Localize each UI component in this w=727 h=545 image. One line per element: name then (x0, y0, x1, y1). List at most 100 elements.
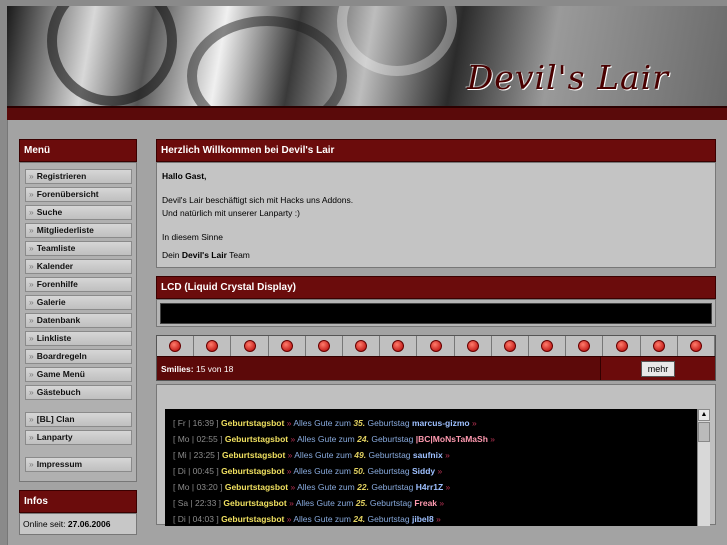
smiley-12-icon[interactable] (578, 340, 591, 352)
chat-user[interactable]: Siddy (412, 466, 435, 476)
chat-message: [ Fr | 16:39 ] Geburtstagsbot » Alles Gu… (173, 415, 710, 431)
menu-item[interactable]: » Gästebuch (25, 385, 132, 400)
chat-user[interactable]: marcus-gizmo (412, 418, 470, 428)
smiley-cell[interactable] (231, 336, 269, 356)
separator-icon: » (288, 434, 298, 444)
smiley-cell[interactable] (678, 336, 716, 356)
smiley-cell[interactable] (343, 336, 381, 356)
smiley-cell[interactable] (269, 336, 306, 356)
smiley-4-icon[interactable] (280, 340, 293, 352)
chat-user[interactable]: Freak (414, 498, 437, 508)
smiley-cell[interactable] (306, 336, 344, 356)
chat-pre: Alles Gute zum (293, 514, 351, 524)
arrow-icon: » (29, 333, 34, 343)
chat-bot[interactable]: Geburtstagsbot (221, 514, 284, 524)
chat-bot[interactable]: Geburtstagsbot (221, 466, 284, 476)
smiley-cell[interactable] (492, 336, 530, 356)
smiley-2-icon[interactable] (206, 340, 219, 352)
chat-bot[interactable]: Geburtstagsbot (225, 434, 288, 444)
smiley-11-icon[interactable] (541, 340, 554, 352)
chat-post: Geburtstag (371, 434, 414, 444)
smiley-1-icon[interactable] (169, 340, 182, 352)
chat-num: 24. (357, 434, 369, 444)
smiley-15-icon[interactable] (689, 340, 702, 352)
menu-list: » Registrieren» Forenübersicht» Suche» Mitgl… (19, 162, 137, 482)
smiley-cell[interactable] (566, 336, 604, 356)
chat-user[interactable]: jibel8 (412, 514, 434, 524)
menu-item[interactable]: » Boardregeln (25, 349, 132, 364)
smiley-cell[interactable] (194, 336, 232, 356)
separator-icon: » (439, 498, 445, 508)
smilies-row (157, 336, 716, 356)
smiley-cell[interactable] (455, 336, 492, 356)
chat-message: [ Mo | 03:20 ] Geburtstagsbot » Alles Gu… (173, 479, 710, 495)
menu-item[interactable]: » Forenhilfe (25, 277, 132, 292)
arrow-icon: » (29, 189, 34, 199)
smiley-cell[interactable] (417, 336, 455, 356)
smiley-cell[interactable] (157, 336, 195, 356)
arrow-icon: » (29, 459, 34, 469)
smiley-cell[interactable] (529, 336, 567, 356)
shoutbox: ▲ [ Fr | 16:39 ] Geburtstagsbot » Alles … (165, 409, 710, 526)
menu-item[interactable]: » Datenbank (25, 313, 132, 328)
chat-time: [ Mi | 23:25 ] (173, 450, 220, 460)
chat-user[interactable]: saufnix (413, 450, 443, 460)
menu-item-label: Registrieren (36, 171, 87, 181)
smiley-5-icon[interactable] (317, 340, 330, 352)
menu-item[interactable]: » Forenübersicht (25, 187, 132, 202)
smiley-cell[interactable] (380, 336, 418, 356)
chat-user[interactable]: H4rr1Z (416, 482, 443, 492)
menu-item[interactable]: » Game Menü (25, 367, 132, 382)
smiley-13-icon[interactable] (615, 340, 628, 352)
smiley-7-icon[interactable] (392, 340, 405, 352)
chat-user[interactable]: |BC|MoNsTaMaSh (416, 434, 488, 444)
chat-bot[interactable]: Geburtstagsbot (221, 418, 284, 428)
arrow-icon: » (29, 351, 34, 361)
menu-item-label: Linkliste (36, 333, 72, 343)
scroll-thumb[interactable] (698, 422, 710, 442)
scroll-up-icon[interactable]: ▲ (698, 409, 710, 421)
smiley-9-icon[interactable] (466, 340, 479, 352)
chat-num: 49. (354, 450, 367, 460)
smiley-8-icon[interactable] (429, 340, 442, 352)
smiley-3-icon[interactable] (243, 340, 256, 352)
chat-bot[interactable]: Geburtstagsbot (222, 450, 285, 460)
smilies-bar: Smilies: 15 von 18 mehr (157, 356, 715, 380)
menu-item[interactable]: » Registrieren (25, 169, 132, 184)
lcd-title: LCD (Liquid Crystal Display) (156, 276, 716, 299)
arrow-icon: » (29, 279, 34, 289)
site-logo[interactable]: Devil's Lair (467, 58, 669, 97)
separator-icon: » (445, 450, 450, 460)
menu-item[interactable]: » Kalender (25, 259, 132, 274)
chat-bot[interactable]: Geburtstagsbot (223, 498, 286, 508)
chat-post: Geburtstag (367, 466, 410, 476)
separator-icon: » (288, 482, 298, 492)
menu-item[interactable]: » Suche (25, 205, 132, 220)
menu-item[interactable]: » Impressum (25, 457, 132, 472)
menu-item[interactable]: » Teamliste (25, 241, 132, 256)
chat-num: 24. (353, 514, 366, 524)
more-smilies-button[interactable]: mehr (640, 360, 676, 377)
menu-item[interactable]: » Lanparty (25, 430, 132, 445)
chat-num: 22. (357, 482, 369, 492)
chat-bot[interactable]: Geburtstagsbot (225, 482, 288, 492)
arrow-icon: » (29, 432, 34, 442)
menu-item[interactable]: » [BL] Clan (25, 412, 132, 427)
smiley-cell[interactable] (603, 336, 641, 356)
shoutbox-scrollbar[interactable]: ▲ (697, 409, 710, 526)
smiley-6-icon[interactable] (355, 340, 368, 352)
menu-item[interactable]: » Linkliste (25, 331, 132, 346)
smilies-panel: Smilies: 15 von 18 mehr (156, 335, 716, 381)
smiley-cell[interactable] (641, 336, 678, 356)
menu-item-label: Lanparty (36, 432, 73, 442)
menu-item[interactable]: » Galerie (25, 295, 132, 310)
smilies-count: Smilies: 15 von 18 (157, 357, 600, 380)
infos-title: Infos (19, 490, 137, 513)
menu-item[interactable]: » Mitgliederliste (25, 223, 132, 238)
chat-pre: Alles Gute zum (297, 482, 355, 492)
lcd-screen (160, 303, 712, 324)
smiley-10-icon[interactable] (503, 340, 516, 352)
separator-icon: » (286, 498, 296, 508)
header-stripe (7, 106, 727, 120)
smiley-14-icon[interactable] (652, 340, 665, 352)
